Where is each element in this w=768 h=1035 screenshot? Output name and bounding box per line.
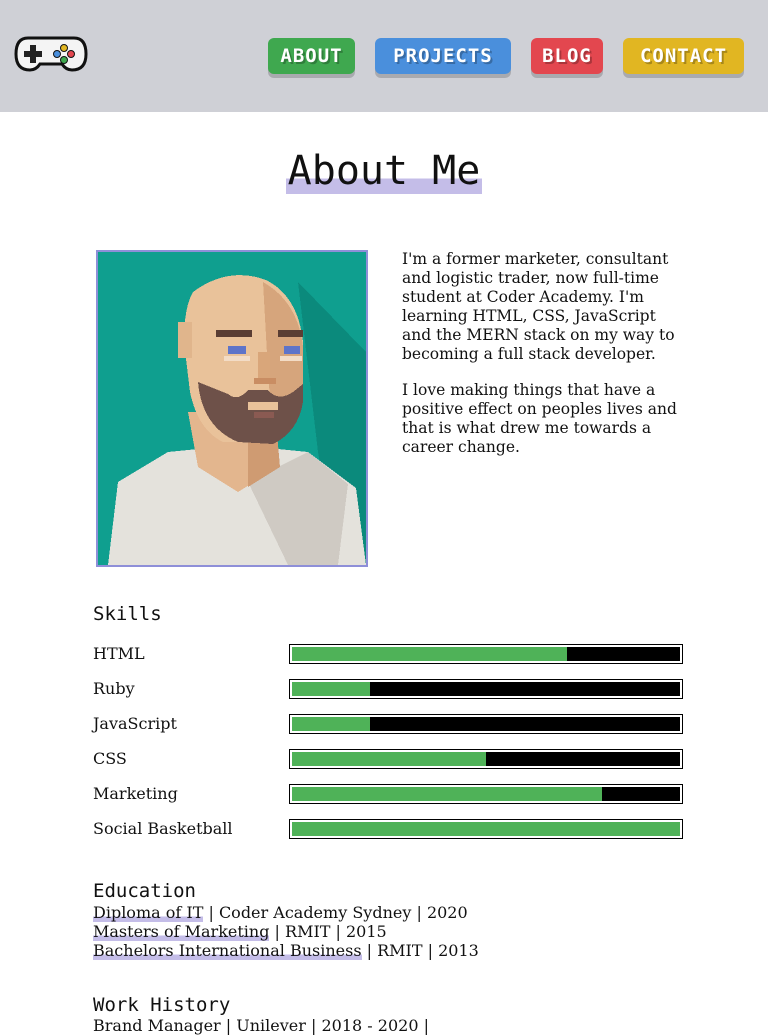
skill-bar-fill <box>292 647 568 661</box>
skill-bar <box>289 819 683 839</box>
nav-projects-button[interactable]: PROJECTS <box>375 38 511 74</box>
page-title: About Me <box>285 148 483 194</box>
skills-heading: Skills <box>93 603 162 625</box>
skill-bar <box>289 784 683 804</box>
education-list: Diploma of IT | Coder Academy Sydney | 2… <box>93 903 479 960</box>
education-heading: Education <box>93 880 196 902</box>
skill-row: JavaScript <box>93 712 685 747</box>
education-item: Bachelors International Business | RMIT … <box>93 941 479 960</box>
skill-bar-fill <box>292 717 370 731</box>
gamepad-icon[interactable] <box>14 34 88 74</box>
skill-row: CSS <box>93 747 685 782</box>
skill-bar-fill <box>292 752 486 766</box>
degree-name: Bachelors International Business <box>93 941 362 960</box>
skill-row: Marketing <box>93 782 685 817</box>
skill-bar-fill <box>292 787 603 801</box>
bio-text: I'm a former marketer, consultant and lo… <box>402 250 678 474</box>
page-title-wrapper: About Me <box>0 148 768 194</box>
degree-details: | Coder Academy Sydney | 2020 <box>203 903 468 922</box>
skill-name: HTML <box>93 644 145 663</box>
degree-details: | RMIT | 2013 <box>361 941 479 960</box>
degree-name: Masters of Marketing <box>93 922 270 941</box>
skill-row: Social Basketball <box>93 817 685 852</box>
education-item: Masters of Marketing | RMIT | 2015 <box>93 922 479 941</box>
skill-row: Ruby <box>93 677 685 712</box>
skill-name: Ruby <box>93 679 135 698</box>
skill-bar <box>289 679 683 699</box>
nav-contact-button[interactable]: CONTACT <box>623 38 744 74</box>
skill-row: HTML <box>93 642 685 677</box>
nav-blog-button[interactable]: BLOG <box>531 38 603 74</box>
skill-name: Social Basketball <box>93 819 233 838</box>
nav-about-button[interactable]: ABOUT <box>268 38 355 74</box>
work-history-item: Brand Manager | Unilever | 2018 - 2020 | <box>93 1016 429 1035</box>
degree-name: Diploma of IT <box>93 903 204 922</box>
profile-portrait <box>96 250 368 567</box>
skill-bar <box>289 644 683 664</box>
education-item: Diploma of IT | Coder Academy Sydney | 2… <box>93 903 479 922</box>
bio-paragraph-2: I love making things that have a positiv… <box>402 381 677 456</box>
work-history-heading: Work History <box>93 994 231 1016</box>
skill-bar-fill <box>292 682 370 696</box>
skills-list: HTML Ruby JavaScript CSS Marketing Socia… <box>93 642 685 852</box>
skill-name: JavaScript <box>93 714 177 733</box>
skill-bar-fill <box>292 822 680 836</box>
bio-paragraph-1: I'm a former marketer, consultant and lo… <box>402 250 675 363</box>
skill-bar <box>289 749 683 769</box>
site-header: ABOUT PROJECTS BLOG CONTACT <box>0 0 768 112</box>
degree-details: | RMIT | 2015 <box>269 922 387 941</box>
skill-name: CSS <box>93 749 127 768</box>
skill-bar <box>289 714 683 734</box>
skill-name: Marketing <box>93 784 178 803</box>
